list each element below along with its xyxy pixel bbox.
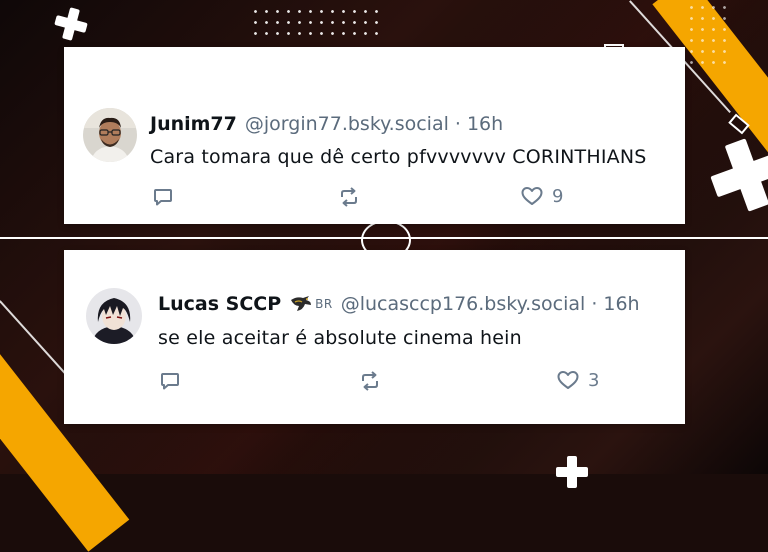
dot-pattern [250,6,380,40]
separator: · [454,113,461,135]
heart-icon [521,187,543,205]
repost-button[interactable] [358,370,382,392]
author-name[interactable]: Junim77 [150,113,237,135]
repost-icon [341,187,357,207]
reply-icon [161,373,179,390]
avatar[interactable] [83,108,137,162]
dot-pattern [686,2,734,66]
like-button[interactable]: 3 [556,369,599,391]
reply-icon [154,189,172,206]
plus-icon [556,456,588,488]
reply-button[interactable] [159,370,181,392]
post-text: Cara tomara que dê certo pfvvvvvvv CORIN… [150,146,647,168]
profile-photo-anime-character [86,288,142,344]
heart-icon [557,371,579,389]
post-card[interactable]: Lucas SCCP BR @lucasccp176.bsky.social ·… [64,250,685,424]
eagle-icon [291,296,312,311]
reply-button[interactable] [152,186,174,208]
post-card[interactable]: Junim77 @jorgin77.bsky.social · 16h Cara… [64,47,685,224]
separator: · [591,293,598,315]
repost-button[interactable] [337,186,361,208]
author-handle[interactable]: @jorgin77.bsky.social [245,113,449,135]
author-handle[interactable]: @lucasccp176.bsky.social [341,293,586,315]
post-time[interactable]: 16h [467,113,503,135]
repost-icon [362,371,378,391]
profile-badge: BR [289,294,333,314]
post-time[interactable]: 16h [603,293,639,315]
post-text: se ele aceitar é absolute cinema hein [158,327,522,349]
like-count: 3 [588,369,600,391]
like-count: 9 [552,185,564,207]
author-name[interactable]: Lucas SCCP [158,293,281,315]
profile-photo-man-with-glasses [83,108,137,162]
like-button[interactable]: 9 [520,185,563,207]
badge-text: BR [315,297,333,311]
avatar[interactable] [86,288,142,344]
